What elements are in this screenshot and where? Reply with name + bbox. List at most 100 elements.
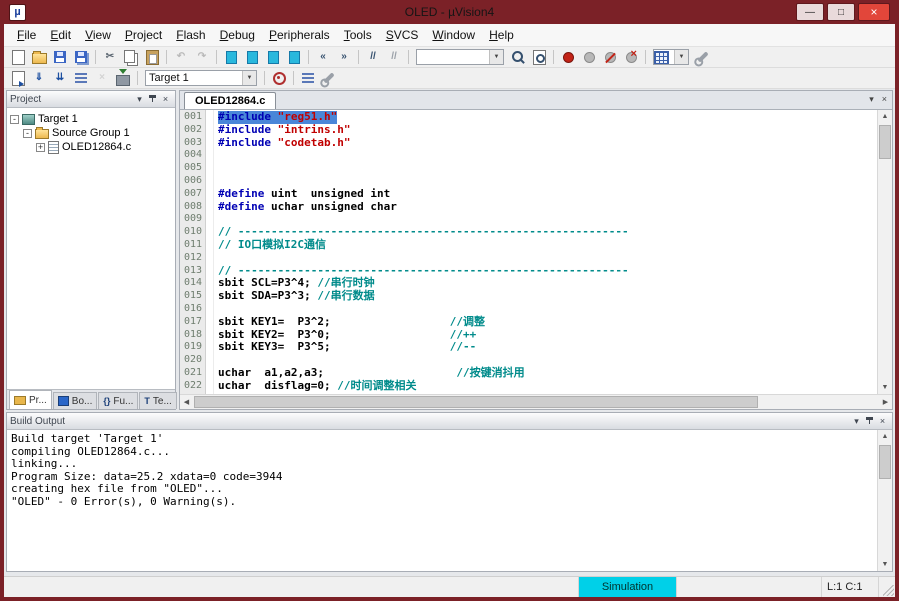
scroll-down-icon[interactable]: ▼ [878,558,892,571]
menu-item-project[interactable]: Project [118,26,169,44]
target-select[interactable]: Target 1▼ [145,70,257,86]
configure-button[interactable] [693,48,713,66]
code-line[interactable]: sbit KEY3= P3^5; //-- [218,341,877,354]
find-next-button[interactable] [529,48,549,66]
vscroll-thumb[interactable] [879,445,891,479]
menu-item-peripherals[interactable]: Peripherals [262,26,337,44]
line-number[interactable]: 005 [180,162,205,175]
scroll-down-icon[interactable]: ▼ [878,381,892,394]
resize-grip[interactable] [879,577,895,597]
tools-menu-button[interactable] [319,69,339,87]
close-button[interactable]: × [858,3,890,21]
line-number[interactable]: 016 [180,303,205,316]
code-line[interactable]: #include "codetab.h" [218,137,877,150]
panel-tab-te[interactable]: TTe... [139,392,176,409]
menu-item-view[interactable]: View [78,26,118,44]
close-file-icon[interactable]: × [882,94,887,105]
panel-tab-pr[interactable]: Pr... [9,390,52,409]
menu-item-help[interactable]: Help [482,26,521,44]
tree-item-target-1[interactable]: -Target 1 [7,112,175,126]
vscroll-thumb[interactable] [879,125,891,159]
rebuild-button[interactable]: ⇊ [50,69,70,87]
scroll-left-icon[interactable]: ◀ [180,396,193,409]
code-line[interactable] [218,162,877,175]
find-in-files-button[interactable] [508,48,528,66]
comment-button[interactable]: // [363,48,383,66]
expand-icon[interactable]: + [36,143,45,152]
line-number[interactable]: 008 [180,201,205,214]
line-number[interactable]: 014 [180,277,205,290]
chevron-down-icon[interactable]: ▾ [133,94,146,105]
code-line[interactable]: #define uchar unsigned char [218,201,877,214]
tab-list-icon[interactable]: ▾ [869,94,874,105]
breakpoint-disable-button[interactable] [579,48,599,66]
line-number[interactable]: 019 [180,341,205,354]
stop-build-button[interactable]: × [92,69,112,87]
maximize-button[interactable]: □ [827,3,855,21]
code-line[interactable]: sbit SDA=P3^3; //串行数据 [218,290,877,303]
indent-button[interactable]: » [334,48,354,66]
build-vscrollbar[interactable]: ▲ ▼ [877,430,892,571]
tree-item-source-group-1[interactable]: -Source Group 1 [7,126,175,140]
scroll-up-icon[interactable]: ▲ [878,430,892,443]
line-number[interactable]: 017 [180,316,205,329]
pin-icon[interactable] [146,94,159,105]
bookmark-toggle-button[interactable] [221,48,241,66]
line-number[interactable]: 010 [180,226,205,239]
line-number[interactable]: 015 [180,290,205,303]
cut-button[interactable]: ✂ [100,48,120,66]
line-number[interactable]: 021 [180,367,205,380]
minimize-button[interactable]: — [796,3,824,21]
undo-button[interactable]: ↶ [171,48,191,66]
paste-button[interactable] [142,48,162,66]
panel-tab-fu[interactable]: {}Fu... [98,392,138,409]
line-number[interactable]: 022 [180,380,205,393]
panel-tab-bo[interactable]: Bo... [53,392,98,409]
editor-hscrollbar[interactable]: ◀ ▶ [180,394,892,409]
translate-button[interactable] [8,69,28,87]
outdent-button[interactable]: « [313,48,333,66]
app-icon[interactable]: µ [9,4,26,21]
editor-vscrollbar[interactable]: ▲ ▼ [877,110,892,394]
hscroll-thumb[interactable] [194,396,758,408]
file-extensions-button[interactable] [298,69,318,87]
open-file-button[interactable] [29,48,49,66]
code-line[interactable] [218,149,877,162]
batch-build-button[interactable] [71,69,91,87]
breakpoint-toggle-button[interactable] [558,48,578,66]
line-number[interactable]: 012 [180,252,205,265]
code-line[interactable]: uchar disflag=0; //时间调整相关 [218,380,877,393]
breakpoint-kill-button[interactable] [600,48,620,66]
menu-item-edit[interactable]: Edit [43,26,78,44]
chevron-down-icon[interactable]: ▼ [242,71,256,85]
collapse-icon[interactable]: - [23,129,32,138]
line-number[interactable]: 002 [180,124,205,137]
bookmark-clear-button[interactable] [284,48,304,66]
copy-button[interactable] [121,48,141,66]
line-number[interactable]: 018 [180,329,205,342]
code-line[interactable]: // IO口模拟I2C通信 [218,239,877,252]
line-number[interactable]: 013 [180,265,205,278]
chevron-down-icon[interactable]: ▼ [674,50,688,64]
new-file-button[interactable] [8,48,28,66]
scroll-right-icon[interactable]: ▶ [879,396,892,409]
save-button[interactable] [50,48,70,66]
chevron-down-icon[interactable]: ▾ [850,416,863,427]
download-button[interactable] [113,69,133,87]
window-layout-select[interactable]: ▼ [653,49,689,65]
menu-item-file[interactable]: File [10,26,43,44]
uncomment-button[interactable]: // [384,48,404,66]
build-button[interactable]: ⇓ [29,69,49,87]
menu-item-svcs[interactable]: SVCS [379,26,426,44]
line-number[interactable]: 011 [180,239,205,252]
close-panel-icon[interactable]: × [876,416,889,426]
menu-item-tools[interactable]: Tools [337,26,379,44]
find-input[interactable]: ▼ [416,49,504,65]
menu-item-window[interactable]: Window [425,26,482,44]
pin-icon[interactable] [863,416,876,427]
bookmark-next-button[interactable] [263,48,283,66]
tree-item-oled12864-c[interactable]: +OLED12864.c [7,140,175,154]
menu-item-flash[interactable]: Flash [169,26,212,44]
line-number[interactable]: 003 [180,137,205,150]
line-number[interactable]: 006 [180,175,205,188]
